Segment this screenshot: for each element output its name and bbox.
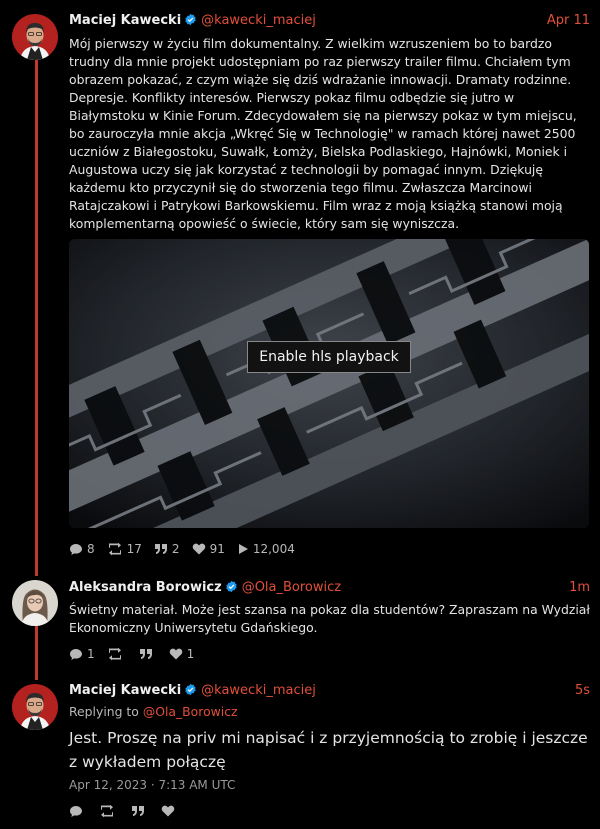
avatar[interactable]	[12, 580, 58, 626]
reply-icon	[70, 805, 82, 817]
repost-icon	[108, 542, 121, 555]
post-reply-2: Maciej Kawecki @kawecki_maciej 5s Replyin…	[0, 680, 600, 829]
post-stats	[69, 803, 191, 819]
post-stats: 8 17 2 91 12,004	[69, 541, 307, 557]
like-button[interactable]	[161, 805, 179, 817]
quote-button[interactable]: 2	[154, 542, 180, 556]
post-time[interactable]: 5s	[575, 681, 590, 701]
like-count: 1	[186, 647, 195, 661]
author-name[interactable]: Aleksandra Borowicz	[69, 580, 222, 595]
quote-icon	[139, 649, 152, 659]
repost-icon	[108, 647, 121, 660]
replying-to: Replying to @Ola_Borowicz	[69, 703, 590, 721]
post-header: Maciej Kawecki @kawecki_maciej 5s	[69, 681, 590, 701]
verified-icon	[225, 580, 238, 600]
post-time[interactable]: 1m	[569, 578, 590, 598]
reply-icon	[70, 543, 82, 555]
post-text: Świetny materiał. Może jest szansa na po…	[69, 602, 590, 635]
reply-button[interactable]: 1	[69, 647, 95, 661]
views-icon	[238, 544, 248, 554]
quote-icon	[132, 806, 144, 816]
reply-count: 1	[87, 647, 95, 661]
video-player[interactable]: Enable hls playback	[69, 239, 589, 528]
author-name[interactable]: Maciej Kawecki	[69, 683, 181, 698]
replying-label: Replying to	[69, 704, 139, 719]
repost-button[interactable]	[107, 647, 127, 661]
like-icon	[192, 543, 205, 555]
repost-button[interactable]: 17	[107, 542, 142, 556]
reply-button[interactable]: 8	[69, 542, 95, 556]
post-time[interactable]: Apr 11	[547, 11, 590, 31]
post-date[interactable]: Apr 12, 2023 · 7:13 AM UTC	[69, 778, 235, 792]
like-icon	[161, 805, 175, 817]
author-handle[interactable]: @kawecki_maciej	[201, 683, 316, 698]
post-stats: 1 1	[69, 646, 206, 662]
like-button[interactable]: 1	[169, 647, 195, 661]
verified-icon	[184, 13, 197, 33]
repost-button[interactable]	[99, 804, 119, 818]
like-button[interactable]: 91	[192, 542, 225, 556]
repost-count: 17	[126, 542, 142, 556]
post-original: Maciej Kawecki @kawecki_maciej Apr 11 Mój…	[0, 0, 600, 570]
quote-button[interactable]	[131, 805, 149, 817]
post-text: Mój pierwszy w życiu film dokumentalny. …	[69, 36, 577, 231]
author-name[interactable]: Maciej Kawecki	[69, 13, 181, 28]
post-text: Jest. Proszę na priv mi napisać i z przy…	[69, 729, 588, 771]
enable-hls-button[interactable]: Enable hls playback	[247, 341, 411, 373]
like-count: 91	[209, 542, 225, 556]
reply-icon	[70, 648, 82, 660]
views-button[interactable]: 12,004	[237, 542, 295, 556]
quote-button[interactable]	[139, 648, 157, 660]
post-header: Aleksandra Borowicz @Ola_Borowicz 1m	[69, 578, 590, 598]
post-reply-1: Aleksandra Borowicz @Ola_Borowicz 1m Świe…	[0, 570, 600, 680]
view-count: 12,004	[252, 542, 295, 556]
reply-count: 8	[87, 542, 95, 556]
avatar[interactable]	[12, 684, 58, 730]
avatar[interactable]	[12, 14, 58, 60]
repost-icon	[101, 804, 113, 817]
replying-handle[interactable]: @Ola_Borowicz	[143, 704, 238, 719]
author-handle[interactable]: @kawecki_maciej	[201, 13, 316, 28]
video-thumbnail	[69, 239, 589, 528]
quote-count: 2	[171, 542, 180, 556]
verified-icon	[184, 683, 197, 703]
like-icon	[169, 648, 182, 660]
author-handle[interactable]: @Ola_Borowicz	[242, 580, 341, 595]
quote-icon	[154, 544, 167, 554]
post-header: Maciej Kawecki @kawecki_maciej Apr 11	[69, 11, 590, 31]
reply-button[interactable]	[69, 805, 87, 818]
